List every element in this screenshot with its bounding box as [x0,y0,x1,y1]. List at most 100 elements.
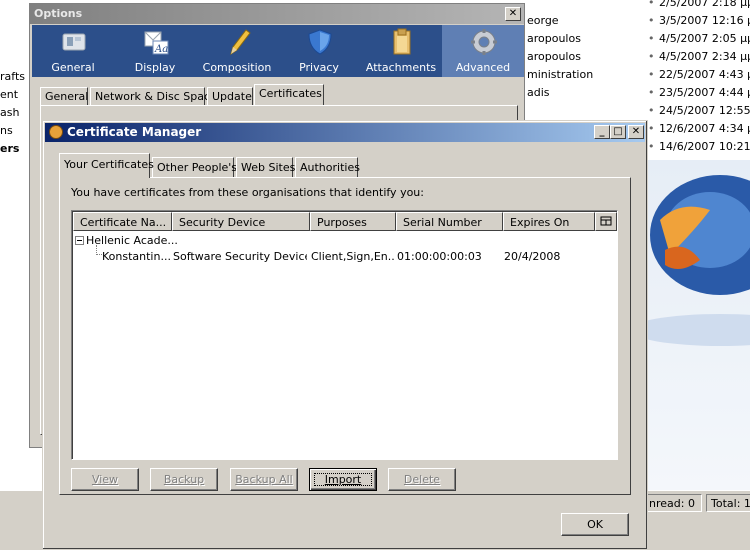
message-row[interactable]: aropoulos • 4/5/2007 2:34 μμ [525,48,750,66]
read-dot-icon[interactable]: • [648,104,655,117]
general-icon [62,33,86,51]
folder-item[interactable]: ent [0,88,18,101]
certificate-tree[interactable]: Certificate Na... Security Device Purpos… [71,210,618,460]
message-sender: aropoulos [527,32,581,45]
folder-item[interactable]: rafts [0,70,25,83]
pane-label: Attachments [365,61,437,74]
thunderbird-bird-icon [640,175,750,346]
options-close-button[interactable]: ✕ [505,7,521,21]
message-row[interactable]: aropoulos • 4/5/2007 2:05 μμ [525,30,750,48]
message-row[interactable]: adis • 23/5/2007 4:44 μμ [525,84,750,102]
tab-general[interactable]: General [40,87,88,106]
message-date: 12/6/2007 4:34 μμ [659,122,750,135]
collapse-toggle-icon[interactable] [75,236,84,245]
message-date: 23/5/2007 4:44 μμ [659,86,750,99]
read-dot-icon[interactable]: • [648,32,655,45]
column-picker-icon [600,216,612,226]
tab-update[interactable]: Update [207,87,253,106]
dialog-title: Certificate Manager [67,125,202,139]
column-picker-button[interactable] [595,212,617,231]
pane-label: Display [134,61,176,74]
message-row[interactable]: • 24/5/2007 12:55 μμ [525,102,750,120]
view-button[interactable]: View [71,468,139,491]
folder-icon [393,28,411,55]
message-row[interactable]: eorge • 3/5/2007 12:16 μμ [525,12,750,30]
message-sender: aropoulos [527,50,581,63]
app-icon [49,125,63,139]
column-certificate-name[interactable]: Certificate Na... [73,212,172,231]
pane-label: Privacy [299,61,339,74]
pane-general[interactable]: General [32,25,114,77]
cert-expires: 20/4/2008 [504,250,561,263]
thunderbird-logo-art [640,160,750,490]
minimize-button[interactable]: _ [594,125,610,139]
read-dot-icon[interactable]: • [648,68,655,81]
pane-attachments[interactable]: Attachments [360,25,442,77]
backup-all-label: Backup All [235,473,293,486]
column-expires-on[interactable]: Expires On [503,212,595,231]
maximize-button[interactable]: □ [610,125,626,139]
pane-advanced[interactable]: Advanced [442,25,524,77]
gear-icon [471,29,497,55]
folder-item[interactable]: ash [0,106,19,119]
options-pane-toolbar: General Aa Display Composition Privacy A… [32,25,524,77]
column-security-device[interactable]: Security Device [172,212,310,231]
tab-network[interactable]: Network & Disc Space [90,87,217,106]
ok-label: OK [587,518,603,531]
delete-label: Delete [403,473,441,486]
message-date: 2/5/2007 2:18 μμ [659,0,750,9]
message-row[interactable]: • 2/5/2007 2:18 μμ [525,0,750,12]
shield-icon [308,29,332,55]
message-sender: adis [527,86,550,99]
message-date: 3/5/2007 12:16 μμ [659,14,750,27]
message-date: 14/6/2007 10:21 πμ [659,140,750,153]
pane-composition[interactable]: Composition [196,25,278,77]
message-sender: ministration [527,68,594,81]
tab-your-certificates[interactable]: Your Certificates [59,153,154,178]
read-dot-icon[interactable]: • [648,140,655,153]
message-date: 22/5/2007 4:43 μμ [659,68,750,81]
ok-button[interactable]: OK [561,513,629,536]
cert-name: Konstantin... [102,250,170,263]
folder-pane-fragment: rafts ent ash ns ers [0,0,30,550]
column-purposes[interactable]: Purposes [310,212,396,231]
backup-all-button[interactable]: Backup All [230,468,298,491]
message-date: 24/5/2007 12:55 μμ [659,104,750,117]
svg-text:Aa: Aa [154,44,168,55]
cert-device: Software Security Device [173,250,307,263]
backup-button[interactable]: Backup [150,468,218,491]
message-sender: eorge [527,14,559,27]
read-dot-icon[interactable]: • [648,50,655,63]
delete-button[interactable]: Delete [388,468,456,491]
column-serial-number[interactable]: Serial Number [396,212,503,231]
read-dot-icon[interactable]: • [648,122,655,135]
pane-label: General [51,61,95,74]
pane-label: Composition [202,61,272,74]
read-dot-icon[interactable]: • [648,14,655,27]
folder-item[interactable]: ers [0,142,19,155]
import-button[interactable]: Import [309,468,377,491]
unread-count: nread: 0 [644,494,702,512]
read-dot-icon[interactable]: • [648,0,655,9]
close-button[interactable]: ✕ [628,125,644,139]
message-row[interactable]: ministration • 22/5/2007 4:43 μμ [525,66,750,84]
import-label: Import [324,473,362,486]
folder-item[interactable]: ns [0,124,13,137]
pane-privacy[interactable]: Privacy [278,25,360,77]
tab-authorities[interactable]: Authorities [295,157,360,177]
pane-display[interactable]: Aa Display [114,25,196,77]
cert-serial: 01:00:00:00:03 [397,250,482,263]
options-titlebar[interactable]: Options [30,4,524,24]
tab-other-peoples[interactable]: Other People's [152,157,237,177]
read-dot-icon[interactable]: • [648,86,655,99]
total-count: Total: 1 [706,494,750,512]
tab-certificates[interactable]: Certificates [254,84,324,106]
certificate-row[interactable]: Konstantin... Software Security Device C… [73,249,618,265]
certificate-manager-titlebar[interactable]: Certificate Manager [45,123,645,142]
tree-group-row[interactable]: Hellenic Acade... [73,233,618,249]
backup-label: Backup [163,473,205,486]
certificates-panel: You have certificates from these organis… [59,177,631,495]
view-label: View [91,473,119,486]
tab-web-sites[interactable]: Web Sites [236,157,295,177]
cert-purposes: Client,Sign,En... [311,250,395,263]
